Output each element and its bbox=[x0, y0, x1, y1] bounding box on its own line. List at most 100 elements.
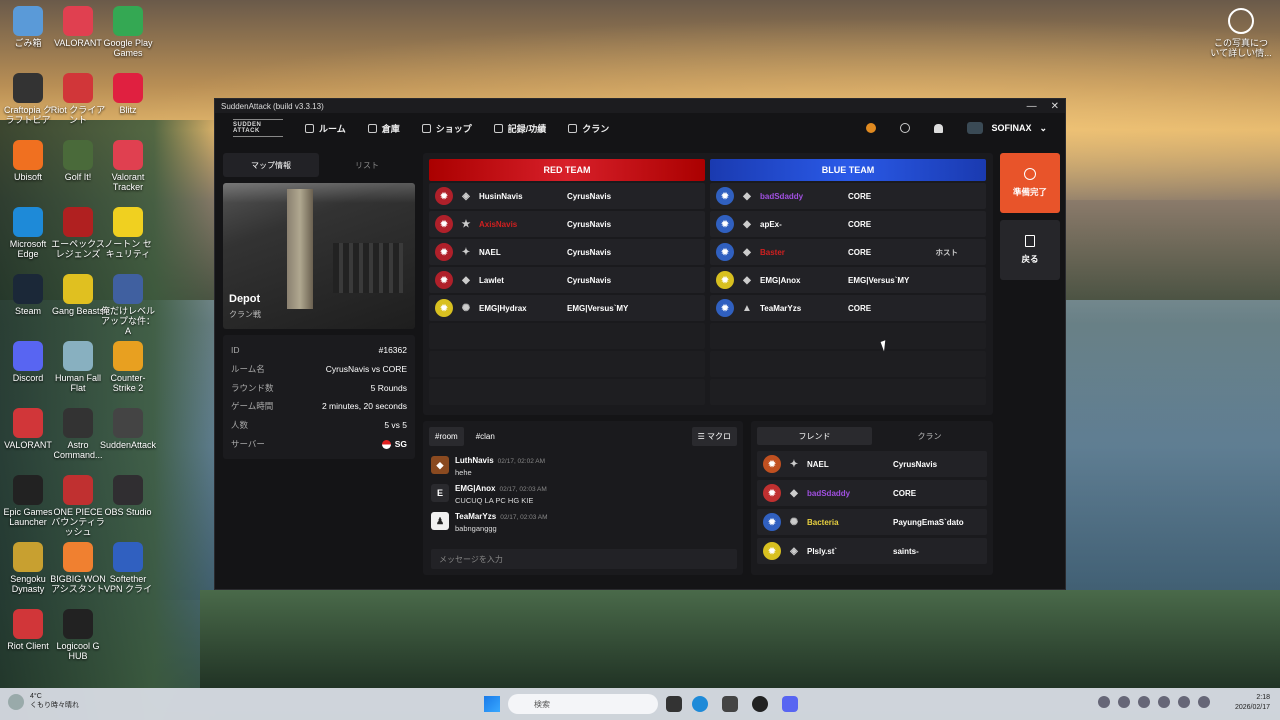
discord-taskbar-icon[interactable] bbox=[782, 696, 798, 712]
rank-icon: ◆ bbox=[743, 246, 751, 258]
desktop-icon[interactable]: Steam bbox=[0, 274, 56, 316]
rank-icon: ✦ bbox=[461, 246, 471, 258]
nav-clan[interactable]: クラン bbox=[568, 122, 609, 135]
desktop-icon[interactable]: Blitz bbox=[100, 73, 156, 115]
chat-input[interactable]: メッセージを入力 bbox=[431, 549, 737, 569]
riot-client-icon bbox=[63, 73, 93, 103]
desktop-icon[interactable]: Craftopia クラフトピア bbox=[0, 73, 56, 125]
bell-icon[interactable] bbox=[934, 123, 944, 133]
player-slot[interactable]: ✹ ▲ TeaMarYzs CORE bbox=[710, 295, 986, 321]
desktop-icon[interactable]: Epic Games Launcher bbox=[0, 475, 56, 527]
desktop-icon[interactable]: Google Play Games bbox=[100, 6, 156, 58]
desktop-icon[interactable]: Softether VPN クライ bbox=[100, 542, 156, 594]
desktop-icon[interactable]: Sengoku Dynasty bbox=[0, 542, 56, 594]
nav-records-label: 記録/功績 bbox=[507, 123, 547, 134]
obs-taskbar-icon[interactable] bbox=[752, 696, 768, 712]
player-slot[interactable]: ✹ ★ AxisNavis CyrusNavis bbox=[429, 211, 705, 237]
desktop-icon[interactable]: Valorant Tracker bbox=[100, 140, 156, 192]
speaker-icon[interactable] bbox=[1198, 696, 1210, 708]
close-button[interactable]: ✕ bbox=[1051, 101, 1059, 112]
desktop-icon[interactable]: Microsoft Edge bbox=[0, 207, 56, 259]
empty-slot[interactable] bbox=[710, 351, 986, 377]
back-button[interactable]: 戻る bbox=[1000, 220, 1060, 280]
recycle-bin-icon bbox=[13, 6, 43, 36]
empty-slot[interactable] bbox=[429, 379, 705, 405]
empty-slot[interactable] bbox=[710, 323, 986, 349]
desktop-icon[interactable]: BIGBIG WON アシスタント bbox=[50, 542, 106, 594]
tab-friends[interactable]: フレンド bbox=[757, 427, 872, 445]
info-key: ゲーム時間 bbox=[231, 401, 274, 412]
desktop-icon[interactable]: ノートン セキュリティ bbox=[100, 207, 156, 259]
desktop-icon[interactable]: Ubisoft bbox=[0, 140, 56, 182]
photo-info-shortcut[interactable]: この写真について詳しい情... bbox=[1210, 8, 1272, 58]
player-slot[interactable]: ✹ ◆ EMG|Anox EMG|Versus`MY bbox=[710, 267, 986, 293]
player-slot[interactable]: ✹ ◆ apEx- CORE bbox=[710, 211, 986, 237]
empty-slot[interactable] bbox=[429, 351, 705, 377]
friend-name: badSdaddy bbox=[807, 488, 851, 498]
player-slot[interactable]: ✹ ✺ EMG|Hydrax EMG|Versus`MY bbox=[429, 295, 705, 321]
currency-icon[interactable] bbox=[866, 123, 877, 133]
friend-row[interactable]: ✹ ◈ Plsly.st` saints- bbox=[757, 538, 987, 564]
clock[interactable]: 2:18 2026/02/17 bbox=[1235, 693, 1270, 713]
mic-icon[interactable] bbox=[1138, 696, 1150, 708]
ready-button[interactable]: 準備完了 bbox=[1000, 153, 1060, 213]
player-slot[interactable]: ✹ ◆ badSdaddy CORE bbox=[710, 183, 986, 209]
desktop-icon[interactable]: Counter-Strike 2 bbox=[100, 341, 156, 393]
friend-row[interactable]: ✹ ✦ NAEL CyrusNavis bbox=[757, 451, 987, 477]
player-slot[interactable]: ✹ ◈ HusinNavis CyrusNavis bbox=[429, 183, 705, 209]
desktop-icon[interactable]: ONE PIECE バウンティラッシュ bbox=[50, 475, 106, 537]
room-name-row: ルーム名 CyrusNavis vs CORE bbox=[231, 360, 407, 379]
taskbar-search[interactable]: 検索 bbox=[508, 694, 658, 714]
tab-map-info[interactable]: マップ情報 bbox=[223, 153, 319, 177]
clan-emblem-icon: ✹ bbox=[716, 215, 734, 233]
start-button[interactable] bbox=[484, 696, 500, 712]
friend-row[interactable]: ✹ ✺ Bacteria PayungEmaS`dato bbox=[757, 509, 987, 535]
minimize-button[interactable]: — bbox=[1027, 101, 1037, 112]
top-nav: SUDDEN ATTACK ルーム 倉庫 ショップ 記録/功績 クラン SOFI… bbox=[215, 113, 1065, 143]
desktop-icon[interactable]: SuddenAttack bbox=[100, 408, 156, 450]
tab-list[interactable]: リスト bbox=[319, 153, 415, 177]
desktop-icon[interactable]: Human Fall Flat bbox=[50, 341, 106, 393]
host-badge: ホスト bbox=[935, 247, 959, 257]
empty-slot[interactable] bbox=[429, 323, 705, 349]
user-menu[interactable]: SOFINAX ⌄ bbox=[967, 122, 1047, 134]
sudden-attack-taskbar-icon[interactable] bbox=[722, 696, 738, 712]
steam-icon bbox=[13, 274, 43, 304]
tab-clan-members[interactable]: クラン bbox=[872, 427, 987, 445]
task-view-icon[interactable] bbox=[666, 696, 682, 712]
macro-button[interactable]: ☰ マクロ bbox=[691, 427, 737, 446]
desktop-icon[interactable]: OBS Studio bbox=[100, 475, 156, 517]
window-title: SuddenAttack (build v3.3.13) bbox=[221, 101, 324, 111]
player-slot[interactable]: ✹ ✦ NAEL CyrusNavis bbox=[429, 239, 705, 265]
player-slot[interactable]: ✹ ◆ Lawlet CyrusNavis bbox=[429, 267, 705, 293]
friend-row[interactable]: ✹ ◆ badSdaddy CORE bbox=[757, 480, 987, 506]
chevron-up-icon[interactable] bbox=[1098, 696, 1110, 708]
desktop-icon[interactable]: Riot クライアント bbox=[50, 73, 106, 125]
empty-slot[interactable] bbox=[710, 379, 986, 405]
desktop-icon[interactable]: VALORANT bbox=[0, 408, 56, 450]
font-icon[interactable] bbox=[1178, 696, 1190, 708]
desktop-icon[interactable]: Logicool G HUB bbox=[50, 609, 106, 661]
desktop-icon[interactable]: ごみ箱 bbox=[0, 6, 56, 48]
desktop-icon[interactable]: Astro Command... bbox=[50, 408, 106, 460]
desktop-icon[interactable]: Riot Client bbox=[0, 609, 56, 651]
nav-storage[interactable]: 倉庫 bbox=[367, 122, 400, 135]
desktop-icon[interactable]: Gang Beasts bbox=[50, 274, 106, 316]
player-slot[interactable]: ✹ ◆ Baster CORE ホスト bbox=[710, 239, 986, 265]
desktop-icon[interactable]: 俺だけレベルアップな件：A bbox=[100, 274, 156, 336]
tab-room-chat[interactable]: #room bbox=[429, 427, 464, 446]
desktop-icon[interactable]: VALORANT bbox=[50, 6, 106, 48]
search-icon[interactable] bbox=[900, 123, 911, 133]
weather-widget[interactable]: 4°C くもり時々晴れ bbox=[8, 693, 79, 710]
player-clan: CORE bbox=[848, 303, 872, 313]
network-icon[interactable] bbox=[1118, 696, 1130, 708]
nav-records[interactable]: 記録/功績 bbox=[493, 122, 547, 135]
desktop-icon[interactable]: エーペックスレジェンズ bbox=[50, 207, 106, 259]
nav-room[interactable]: ルーム bbox=[305, 122, 346, 135]
nav-shop[interactable]: ショップ bbox=[421, 122, 472, 135]
edge-taskbar-icon[interactable] bbox=[692, 696, 708, 712]
settings-icon[interactable] bbox=[1158, 696, 1170, 708]
desktop-icon[interactable]: Golf It! bbox=[50, 140, 106, 182]
tab-clan-chat[interactable]: #clan bbox=[470, 427, 501, 446]
desktop-icon[interactable]: Discord bbox=[0, 341, 56, 383]
